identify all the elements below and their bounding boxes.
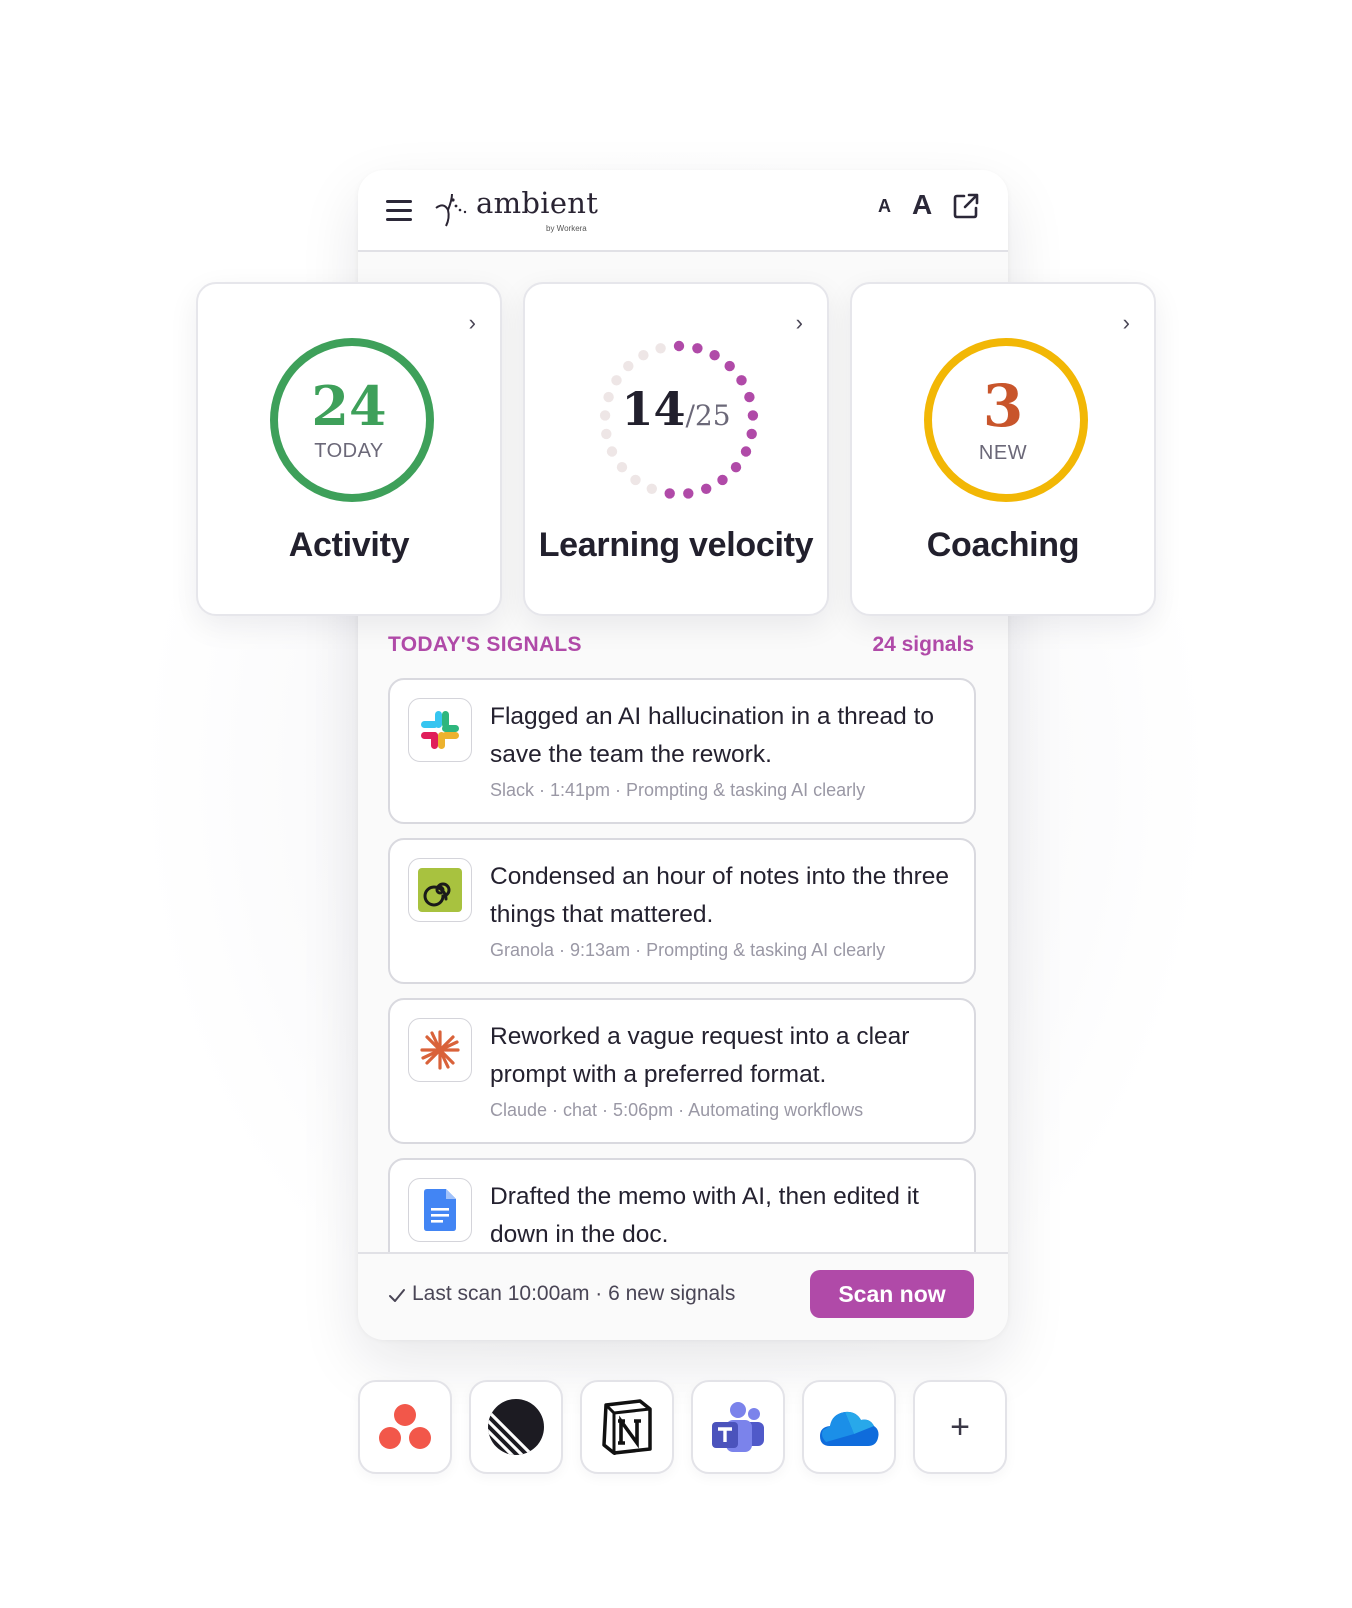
learning-velocity-card[interactable]: › 14/25 Learning velocity <box>523 282 829 616</box>
velocity-dot-filled <box>701 483 712 494</box>
font-size-small-button[interactable]: A <box>878 196 891 217</box>
check-icon <box>389 1289 405 1302</box>
notion-integration[interactable] <box>580 1380 674 1474</box>
activity-label: Activity <box>288 526 410 564</box>
add-integration-button[interactable]: + <box>913 1380 1007 1474</box>
signal-text: Condensed an hour of notes into the thre… <box>490 863 950 928</box>
linear-icon <box>488 1399 544 1455</box>
app-header: ambient by Workera A A <box>358 170 1008 252</box>
menu-icon[interactable] <box>386 200 412 222</box>
velocity-dot-empty <box>638 350 649 361</box>
coaching-sub: NEW <box>978 442 1028 464</box>
signal-item[interactable]: Flagged an AI hallucination in a thread … <box>388 678 976 824</box>
signal-item[interactable]: Reworked a vague request into a clear pr… <box>388 998 976 1144</box>
velocity-value: 14 <box>621 382 686 436</box>
velocity-dot-empty <box>630 474 641 486</box>
logo-subtitle: by Workera <box>546 224 587 233</box>
velocity-dot-filled <box>740 446 752 457</box>
velocity-dot-empty <box>655 343 666 354</box>
add-integration-icon: + <box>950 1407 970 1446</box>
velocity-dot-filled <box>683 488 694 499</box>
velocity-dot-filled <box>717 474 728 486</box>
velocity-dot-filled <box>692 343 703 354</box>
activity-value: 24 <box>311 374 387 438</box>
signal-item[interactable]: Condensed an hour of notes into the thre… <box>388 838 976 984</box>
learning-velocity-label: Learning velocity <box>538 526 814 564</box>
velocity-dot-empty <box>646 483 657 494</box>
signal-text: Reworked a vague request into a clear pr… <box>490 1023 910 1088</box>
velocity-dot-filled <box>673 340 685 352</box>
velocity-total: /25 <box>685 399 731 432</box>
onedrive-icon <box>820 1411 879 1446</box>
scan-status: Last scan 10:00am · 6 new signals <box>412 1282 736 1305</box>
signal-text: Flagged an AI hallucination in a thread … <box>490 703 935 768</box>
activity-sub: TODAY <box>314 440 384 462</box>
coaching-label: Coaching <box>926 526 1080 564</box>
granola-icon <box>408 858 472 922</box>
signals-list[interactable]: Flagged an AI hallucination in a thread … <box>358 660 1008 1253</box>
chevron-right-icon: › <box>468 310 476 335</box>
activity-card[interactable]: › 24 TODAY Activity <box>196 282 502 616</box>
teams-integration[interactable] <box>691 1380 785 1474</box>
notion-icon <box>602 1399 652 1455</box>
chevron-right-icon: › <box>1122 310 1130 335</box>
coaching-card[interactable]: › 3 NEW Coaching <box>850 282 1156 616</box>
ambient-logo-icon <box>435 193 467 227</box>
signal-meta: Claude · chat · 5:06pm · Automating work… <box>490 1100 864 1120</box>
claude-icon <box>408 1018 472 1082</box>
velocity-dot-empty <box>616 462 628 473</box>
signal-meta: Granola · 9:13am · Prompting & tasking A… <box>490 940 886 960</box>
external-link-icon[interactable] <box>952 192 980 220</box>
teams-icon <box>712 1402 764 1452</box>
asana-icon <box>379 1404 431 1449</box>
signal-text: Drafted the memo with AI, then edited it… <box>490 1183 919 1248</box>
velocity-value-wrap: 14/25 <box>525 382 827 436</box>
coaching-value: 3 <box>982 372 1024 440</box>
chevron-right-icon: › <box>795 310 803 335</box>
velocity-dot-filled <box>730 462 742 473</box>
velocity-dot-empty <box>623 360 634 372</box>
linear-integration[interactable] <box>469 1380 563 1474</box>
velocity-dot-filled <box>724 360 735 372</box>
scan-footer: Last scan 10:00am · 6 new signals Scan n… <box>358 1252 1008 1340</box>
velocity-dot-empty <box>606 446 618 457</box>
slack-icon <box>408 698 472 762</box>
font-size-large-button[interactable]: A <box>912 189 932 221</box>
onedrive-integration[interactable] <box>802 1380 896 1474</box>
scan-now-button[interactable]: Scan now <box>810 1270 974 1318</box>
ambient-logo-text: ambient <box>476 186 599 220</box>
signals-section-title: TODAY'S SIGNALS <box>388 633 582 656</box>
asana-integration[interactable] <box>358 1380 452 1474</box>
signal-meta: Slack · 1:41pm · Prompting & tasking AI … <box>490 780 866 800</box>
velocity-dot-filled <box>664 488 675 499</box>
signal-item[interactable]: Drafted the memo with AI, then edited it… <box>388 1158 976 1253</box>
google-docs-icon <box>408 1178 472 1242</box>
velocity-dot-filled <box>709 350 720 361</box>
signals-count[interactable]: 24 signals <box>872 633 974 657</box>
